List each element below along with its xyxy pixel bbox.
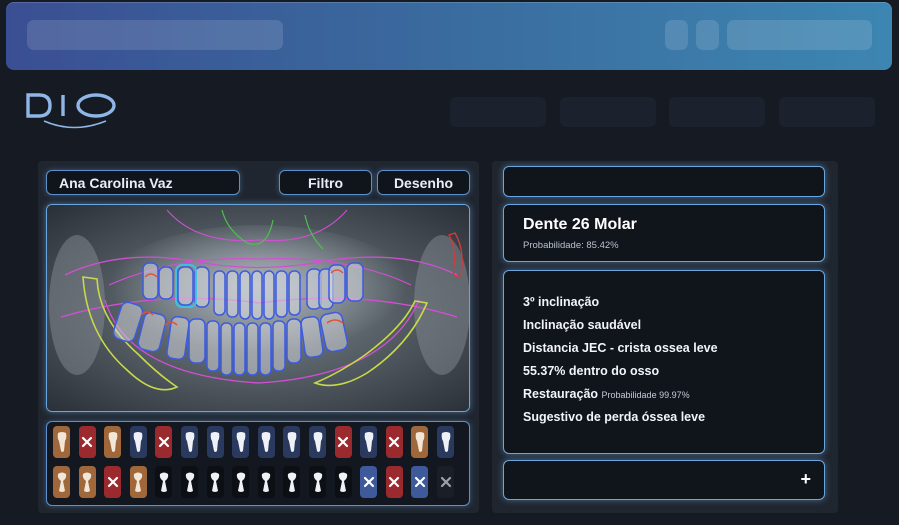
restoration-label: Restauração <box>523 387 599 401</box>
panoramic-xray[interactable] <box>46 204 470 412</box>
add-finding-bar[interactable]: + <box>503 460 825 500</box>
tooth-restoration-icon[interactable] <box>104 426 122 458</box>
tooth-icon[interactable] <box>206 426 224 458</box>
tooth-icon[interactable] <box>181 426 198 458</box>
tooth-icon[interactable] <box>232 426 250 458</box>
filter-button[interactable]: Filtro <box>279 170 372 195</box>
tooth-restoration-icon[interactable] <box>411 426 429 458</box>
tooth-icon[interactable] <box>360 426 378 458</box>
finding-bone-loss: Sugestivo de perda óssea leve <box>523 410 706 424</box>
draw-label: Desenho <box>393 174 454 191</box>
restoration-probability: Probabilidade 99.97% <box>601 390 690 400</box>
tooth-probability: Probabilidade: 85.42% <box>523 240 619 251</box>
xray-image <box>47 205 469 411</box>
search-field[interactable] <box>503 166 825 197</box>
tooth-icon[interactable] <box>437 426 454 458</box>
tooth-missing-icon[interactable] <box>385 426 403 458</box>
tooth-missing-icon[interactable] <box>385 466 403 498</box>
plus-icon[interactable]: + <box>800 469 811 490</box>
tooth-missing-icon[interactable] <box>78 426 96 458</box>
dio-logo <box>26 93 116 129</box>
finding-healthy-inclination: Inclinação saudável <box>523 318 642 332</box>
tooth-icon[interactable] <box>232 466 250 498</box>
tooth-icon[interactable] <box>257 426 275 458</box>
tooth-icon[interactable] <box>206 466 224 498</box>
header-title-placeholder <box>27 20 283 50</box>
tooth-restoration-icon[interactable] <box>129 466 147 498</box>
patient-name-field[interactable]: Ana Carolina Vaz <box>46 170 240 195</box>
tooth-missing-icon[interactable] <box>104 466 122 498</box>
nav-item-4[interactable] <box>779 97 875 127</box>
tooth-icon[interactable] <box>334 466 352 498</box>
tooth-icon[interactable] <box>283 426 301 458</box>
nav-item-1[interactable] <box>450 97 546 127</box>
tooth-icon[interactable] <box>257 466 275 498</box>
tooth-implant-icon[interactable] <box>411 466 429 498</box>
header-action-button[interactable] <box>727 20 872 50</box>
tooth-icon[interactable] <box>283 466 301 498</box>
finding-restoration: Restauração Probabilidade 99.97% <box>523 387 690 401</box>
top-header-bar <box>6 2 892 70</box>
header-icon-button-2[interactable] <box>696 20 719 50</box>
tooth-icon[interactable] <box>155 466 173 498</box>
tooth-info-card: Dente 26 Molar Probabilidade: 85.42% <box>503 204 825 262</box>
tooth-icon[interactable] <box>309 426 326 458</box>
finding-inclination: 3º inclinação <box>523 295 600 309</box>
tooth-restoration-icon[interactable] <box>78 466 96 498</box>
header-icon-button-1[interactable] <box>665 20 688 50</box>
tooth-icon[interactable] <box>181 466 198 498</box>
tooth-icon[interactable] <box>129 426 147 458</box>
finding-bone-percentage: 55.37% dentro do osso <box>523 364 660 378</box>
tooth-missing-icon[interactable] <box>155 426 173 458</box>
tooth-absent-icon[interactable] <box>437 466 454 498</box>
tooth-implant-icon[interactable] <box>360 466 378 498</box>
tooth-restoration-icon[interactable] <box>53 426 70 458</box>
draw-button[interactable]: Desenho <box>377 170 470 195</box>
filter-label: Filtro <box>308 174 343 191</box>
patient-name: Ana Carolina Vaz <box>59 174 173 191</box>
tooth-icon[interactable] <box>309 466 326 498</box>
findings-card: 3º inclinação Inclinação saudável Distan… <box>503 270 825 454</box>
tooth-title: Dente 26 Molar <box>523 216 637 233</box>
nav-item-2[interactable] <box>560 97 656 127</box>
nav-item-3[interactable] <box>669 97 765 127</box>
finding-jec-distance: Distancia JEC - crista ossea leve <box>523 341 718 355</box>
tooth-missing-icon[interactable] <box>334 426 352 458</box>
tooth-restoration-icon[interactable] <box>53 466 70 498</box>
